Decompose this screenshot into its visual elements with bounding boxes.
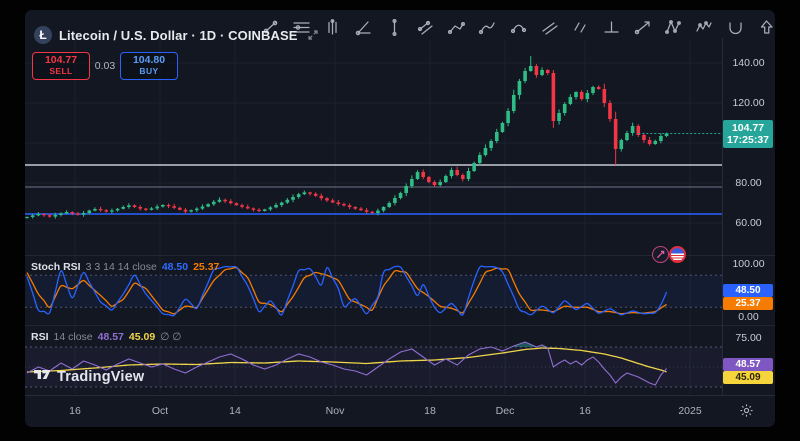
drawing-toolbar [261, 15, 775, 39]
stoch-k-value: 48.50 [162, 261, 188, 273]
symbol-title[interactable]: Litecoin / U.S. Dollar · 1D · COINBASE [59, 28, 298, 43]
time-axis-tick: 14 [229, 405, 241, 417]
last-price-badge: 104.7717:25:37 [723, 120, 773, 148]
order-panel: 104.77 SELL 0.03 104.80 BUY [32, 52, 178, 80]
rsi-value-badge: 45.09 [723, 371, 773, 384]
tradingview-logo-icon [33, 366, 52, 388]
perpendicular-icon[interactable] [602, 18, 621, 37]
price-axis-label: 120.00 [722, 97, 775, 109]
sell-label: SELL [49, 66, 72, 77]
bar-countdown: 17:25:37 [723, 134, 773, 146]
elliott-wave-icon[interactable] [695, 18, 714, 37]
fib-retracement-icon[interactable] [323, 18, 342, 37]
stoch-value-badge: 25.37 [723, 297, 773, 310]
xabcd-pattern-icon[interactable] [664, 18, 683, 37]
polyline-icon[interactable] [447, 18, 466, 37]
stoch-value-badge: 48.50 [723, 284, 773, 297]
litecoin-logo-icon: Ł [34, 26, 52, 44]
brush-icon[interactable] [478, 18, 497, 37]
price-axis-label: 60.00 [722, 217, 775, 229]
us-flag-event-icon[interactable] [669, 246, 686, 263]
symbol-legend[interactable]: Ł Litecoin / U.S. Dollar · 1D · COINBASE [34, 26, 319, 44]
time-axis-tick: 18 [424, 405, 436, 417]
time-axis-tick: Dec [496, 405, 515, 417]
stoch-axis-label: 100.00 [722, 258, 775, 270]
buy-button[interactable]: 104.80 BUY [120, 52, 178, 80]
chart-window: Ł Litecoin / U.S. Dollar · 1D · COINBASE… [25, 10, 775, 427]
event-marker-icon[interactable] [652, 246, 669, 263]
expand-arrows-icon[interactable] [307, 29, 319, 41]
pane-divider[interactable] [25, 325, 775, 326]
rsi-empty-slots: ∅ ∅ [160, 331, 181, 343]
stoch-rsi-legend[interactable]: Stoch RSI 3 3 14 14 close 48.50 25.37 [31, 261, 219, 273]
tradingview-watermark[interactable]: TradingView [33, 366, 144, 388]
spread-value: 0.03 [90, 60, 120, 72]
price-scale[interactable]: 140.00 120.00 80.00 60.00 104.7717:25:37 100.… [722, 10, 775, 427]
stoch-d-value: 25.37 [193, 261, 219, 273]
rsi-name: RSI [31, 331, 49, 343]
time-axis-tick: Nov [326, 405, 345, 417]
price-axis-label: 140.00 [722, 57, 775, 69]
buy-price: 104.80 [133, 55, 165, 66]
time-axis-tick: 2025 [678, 405, 701, 417]
time-axis-tick: Oct [152, 405, 168, 417]
trend-angle-icon[interactable] [354, 18, 373, 37]
stoch-axis-label: 0.00 [722, 311, 775, 323]
ray-icon[interactable] [633, 18, 652, 37]
sell-button[interactable]: 104.77 SELL [32, 52, 90, 80]
rsi-axis-label: 75.00 [722, 332, 775, 344]
rsi-value-badge: 48.57 [723, 358, 773, 371]
sell-price: 104.77 [45, 55, 77, 66]
vertical-line-icon[interactable] [385, 18, 404, 37]
stoch-rsi-params: 3 3 14 14 close [86, 261, 157, 273]
time-axis[interactable]: 16 Oct 14 Nov 18 Dec 16 2025 [25, 395, 775, 427]
rsi-legend[interactable]: RSI 14 close 48.57 45.09 ∅ ∅ [31, 331, 181, 343]
short-marker-icon[interactable] [571, 18, 590, 37]
rsi-value: 48.57 [98, 331, 124, 343]
rsi-params: 14 close [54, 331, 93, 343]
time-axis-tick: 16 [579, 405, 591, 417]
buy-label: BUY [139, 66, 158, 77]
screen: Ł Litecoin / U.S. Dollar · 1D · COINBASE… [0, 0, 800, 441]
rsi-ma-value: 45.09 [129, 331, 155, 343]
parallel-channel-icon[interactable] [416, 18, 435, 37]
arc-icon[interactable] [509, 18, 528, 37]
watermark-text: TradingView [57, 369, 144, 385]
price-axis-label: 80.00 [722, 177, 775, 189]
double-trend-icon[interactable] [540, 18, 559, 37]
last-price: 104.77 [723, 122, 773, 134]
time-axis-tick: 16 [69, 405, 81, 417]
stoch-rsi-name: Stoch RSI [31, 261, 81, 273]
